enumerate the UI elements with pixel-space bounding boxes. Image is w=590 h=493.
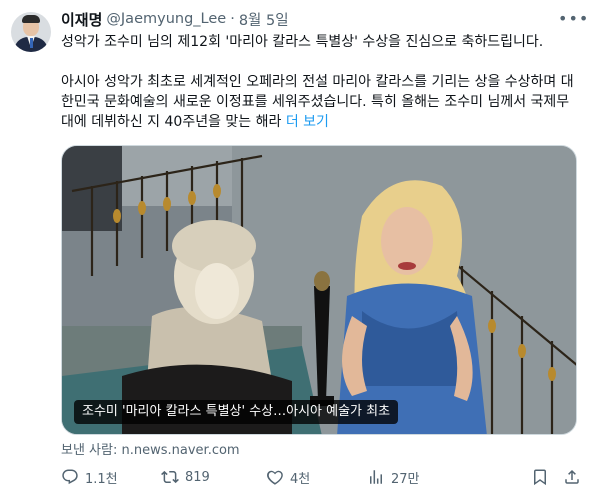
media-caption: 조수미 '마리아 칼라스 특별상' 수상…아시아 예술가 최초 xyxy=(74,400,399,424)
reply-icon xyxy=(62,469,78,485)
avatar[interactable] xyxy=(11,12,51,52)
source-domain[interactable]: n.news.naver.com xyxy=(122,443,240,458)
like-count: 4천 xyxy=(290,471,311,487)
tweet-header: 이재명 @Jaemyung_Lee · 8월 5일 xyxy=(61,9,289,29)
tweet-paragraph-2: 아시아 성악가 최초로 세계적인 오페라의 전설 마리아 칼라스를 기리는 상을… xyxy=(61,72,581,132)
retweet-button[interactable]: 819 xyxy=(161,467,210,487)
tweet-card[interactable]: 이재명 @Jaemyung_Lee · 8월 5일 ••• 성악가 조수미 님의… xyxy=(0,0,590,493)
link-source[interactable]: 보낸 사람: n.news.naver.com xyxy=(61,439,240,458)
views-button[interactable]: 27만 xyxy=(367,467,420,487)
tweet-paragraph-1: 성악가 조수미 님의 제12회 '마리아 칼라스 특별상' 수상을 진심으로 축… xyxy=(61,34,544,50)
like-button[interactable]: 4천 xyxy=(266,467,310,487)
author-name[interactable]: 이재명 xyxy=(61,9,102,30)
more-icon[interactable]: ••• xyxy=(558,10,588,28)
share-icon[interactable] xyxy=(563,468,581,486)
media-card-image[interactable] xyxy=(61,145,577,435)
reply-count: 1.1천 xyxy=(85,471,118,487)
reply-button[interactable]: 1.1천 xyxy=(61,467,118,487)
tweet-date[interactable]: 8월 5일 xyxy=(239,9,289,30)
share-actions xyxy=(517,467,581,487)
heart-icon xyxy=(267,470,283,485)
action-bar: 1.1천 819 4천 27만 xyxy=(61,467,581,487)
retweet-icon xyxy=(161,470,179,484)
source-label: 보낸 사람: xyxy=(61,443,118,458)
author-handle[interactable]: @Jaemyung_Lee xyxy=(106,11,226,27)
retweet-count: 819 xyxy=(185,469,210,485)
show-more-link[interactable]: 더 보기 xyxy=(286,114,329,130)
bookmark-icon[interactable] xyxy=(531,468,549,486)
bar-chart-icon xyxy=(370,470,382,484)
view-count: 27만 xyxy=(391,471,420,487)
tweet-text: 성악가 조수미 님의 제12회 '마리아 칼라스 특별상' 수상을 진심으로 축… xyxy=(61,32,581,132)
media-photo xyxy=(62,146,576,434)
separator-dot: · xyxy=(230,11,235,27)
